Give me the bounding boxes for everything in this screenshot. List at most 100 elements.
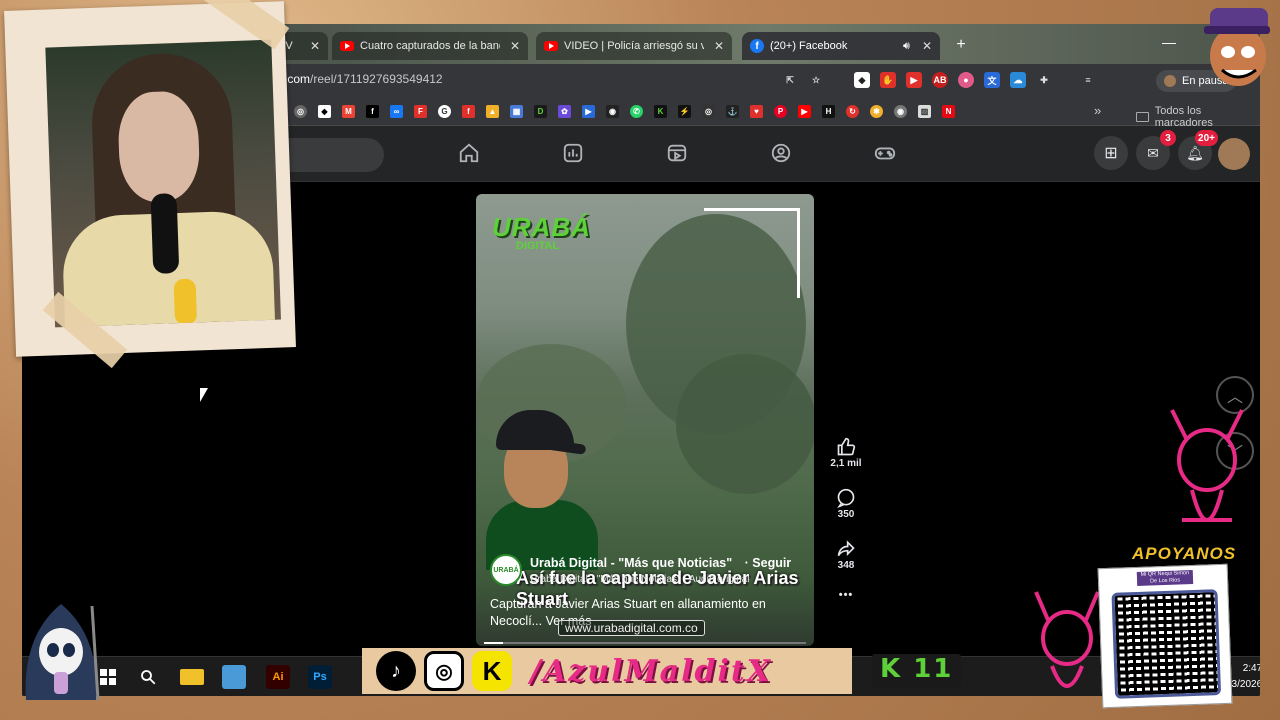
bookmark-icon[interactable]: ✿ bbox=[558, 105, 571, 118]
post-author: URABÁ Urabá Digital - "Más que Noticias"… bbox=[490, 554, 791, 586]
search-icon[interactable] bbox=[136, 665, 160, 689]
groups-icon[interactable] bbox=[768, 140, 794, 166]
netflix-icon[interactable]: N bbox=[942, 105, 955, 118]
bookmark-icons: ◎ ◆ M f ∞ F G f ▲ ▦ D ✿ ▶ ◉ ✆ K ⚡ ◎ ⚓ ♥ bbox=[294, 105, 955, 118]
bookmark-icon[interactable]: ◎ bbox=[702, 105, 715, 118]
bookmark-icon[interactable]: ◉ bbox=[606, 105, 619, 118]
kick-icon[interactable]: K bbox=[654, 105, 667, 118]
close-icon[interactable]: ✕ bbox=[510, 39, 520, 53]
more-icon: ••• bbox=[838, 589, 854, 601]
photoshop-icon[interactable]: Ps bbox=[308, 665, 332, 689]
thumbs-up-icon bbox=[835, 436, 857, 458]
stream-canvas: EV ✕ Cuatro capturados de la banda ✕ VID… bbox=[0, 0, 1280, 720]
notifications-button[interactable]: 🔔︎ 20+ bbox=[1178, 130, 1218, 170]
reading-list-icon[interactable]: ≡ bbox=[1080, 72, 1096, 88]
feeds-icon[interactable] bbox=[560, 140, 586, 166]
rubber-chicken bbox=[173, 278, 198, 326]
reel-actions: 2,1 mil 350 348 ••• bbox=[826, 436, 866, 615]
uraba-logo: URABÁ bbox=[492, 212, 591, 242]
extension-icon[interactable]: ▶ bbox=[906, 72, 922, 88]
bookmark-icon[interactable]: ⚓ bbox=[726, 105, 739, 118]
reaper-sticker bbox=[18, 596, 104, 704]
bookmark-icon[interactable]: ⚡ bbox=[678, 105, 691, 118]
puzzle-icon[interactable]: ✚ bbox=[1036, 72, 1052, 88]
qr-code bbox=[1111, 589, 1222, 699]
close-icon[interactable]: ✕ bbox=[714, 39, 724, 53]
more-options-button[interactable]: ••• bbox=[839, 589, 854, 601]
bookmark-icon[interactable]: ▨ bbox=[918, 105, 931, 118]
video-progress-bar[interactable] bbox=[484, 642, 806, 644]
translate-icon[interactable]: 文 bbox=[984, 72, 1000, 88]
home-icon[interactable] bbox=[456, 140, 482, 166]
extension-icon[interactable]: ✋ bbox=[880, 72, 896, 88]
minimize-button[interactable]: — bbox=[1162, 34, 1176, 50]
webcam-feed bbox=[45, 39, 281, 328]
mascot-sticker bbox=[1198, 0, 1272, 90]
new-tab-button[interactable]: + bbox=[950, 34, 972, 56]
bookmark-icon[interactable]: H bbox=[822, 105, 835, 118]
url-path: /reel/1711927693549412 bbox=[310, 72, 443, 86]
gaming-icon[interactable] bbox=[872, 140, 898, 166]
messenger-badge: 3 bbox=[1160, 130, 1176, 146]
bookmarks-overflow-button[interactable]: » bbox=[1094, 103, 1101, 118]
illustrator-icon[interactable]: Ai bbox=[266, 665, 290, 689]
bookmark-icon[interactable]: ▦ bbox=[510, 105, 523, 118]
url-field[interactable]: k.com/reel/1711927693549412 bbox=[278, 72, 443, 86]
bookmark-icon[interactable]: ↻ bbox=[846, 105, 859, 118]
tab-facebook[interactable]: f (20+) Facebook 🔊︎ ✕ bbox=[742, 32, 940, 60]
bookmark-icon[interactable]: f bbox=[462, 105, 475, 118]
speaker-icon[interactable]: 🔊︎ bbox=[903, 40, 910, 53]
bookmark-icon[interactable]: ▲ bbox=[486, 105, 499, 118]
video-icon[interactable] bbox=[664, 140, 690, 166]
star-icon[interactable]: ☆ bbox=[808, 72, 824, 88]
search-input[interactable]: k bbox=[274, 138, 384, 172]
adblock-icon[interactable]: AB bbox=[932, 72, 948, 88]
menu-grid-button[interactable]: ⊞ bbox=[1094, 136, 1128, 170]
whatsapp-icon[interactable]: ✆ bbox=[630, 105, 643, 118]
bookmark-icon[interactable]: ▶ bbox=[582, 105, 595, 118]
kick-badge: K 11 bbox=[872, 654, 962, 688]
like-count: 2,1 mil bbox=[830, 458, 862, 469]
bookmark-icon[interactable]: ◆ bbox=[318, 105, 331, 118]
reel-video[interactable]: URABÁ DIGITAL Así fue la captura de Javi… bbox=[476, 194, 814, 646]
qr-label: Mi QR Nequi Simon De Los Rios bbox=[1136, 569, 1194, 586]
bookmark-icon[interactable]: ♥ bbox=[750, 105, 763, 118]
app-icon[interactable] bbox=[222, 665, 246, 689]
avatar bbox=[1164, 75, 1176, 87]
close-icon[interactable]: ✕ bbox=[310, 39, 320, 53]
bookmark-icon[interactable]: ◉ bbox=[894, 105, 907, 118]
extension-icon[interactable]: ● bbox=[958, 72, 974, 88]
install-app-icon[interactable]: ⇱ bbox=[782, 72, 798, 88]
extension-icon[interactable]: ◆ bbox=[854, 72, 870, 88]
bookmark-icon[interactable]: ✱ bbox=[870, 105, 883, 118]
like-button[interactable]: 2,1 mil bbox=[830, 436, 862, 469]
bookmark-icon[interactable]: G bbox=[438, 105, 451, 118]
cloud-icon[interactable]: ☁ bbox=[1010, 72, 1026, 88]
chatgpt-icon[interactable]: ◎ bbox=[294, 105, 307, 118]
author-name[interactable]: Urabá Digital - "Más que Noticias" bbox=[530, 556, 732, 570]
pinterest-icon[interactable]: P bbox=[774, 105, 787, 118]
gmail-icon[interactable]: M bbox=[342, 105, 355, 118]
author-avatar[interactable]: URABÁ bbox=[490, 554, 522, 586]
share-count: 348 bbox=[837, 560, 855, 571]
comment-button[interactable]: 350 bbox=[835, 487, 857, 520]
follow-button[interactable]: · Seguir bbox=[745, 556, 792, 570]
bookmark-icon[interactable]: F bbox=[414, 105, 427, 118]
close-icon[interactable]: ✕ bbox=[922, 39, 932, 53]
folder-icon bbox=[1136, 112, 1149, 122]
messenger-button[interactable]: ✉ 3 bbox=[1136, 130, 1176, 170]
facebook-icon[interactable]: f bbox=[366, 105, 379, 118]
bookmark-icon[interactable]: D bbox=[534, 105, 547, 118]
profile-avatar[interactable] bbox=[1218, 138, 1250, 170]
tab-label: (20+) Facebook bbox=[770, 40, 848, 52]
youtube-icon[interactable]: ▶ bbox=[798, 105, 811, 118]
tab-cuatro-capturados[interactable]: Cuatro capturados de la banda ✕ bbox=[332, 32, 528, 60]
tree-shape bbox=[676, 354, 814, 494]
file-explorer-icon[interactable] bbox=[180, 669, 204, 685]
tab-video-policia[interactable]: VIDEO | Policía arriesgó su vida ✕ bbox=[536, 32, 732, 60]
facebook-icon: f bbox=[750, 39, 764, 53]
share-button[interactable]: 348 bbox=[835, 538, 857, 571]
meta-icon[interactable]: ∞ bbox=[390, 105, 403, 118]
audio-label[interactable]: Urabá Digital - "Más que Noticias" · Aud… bbox=[530, 574, 791, 585]
streamer-handle: /AzulMalditX bbox=[530, 653, 773, 689]
